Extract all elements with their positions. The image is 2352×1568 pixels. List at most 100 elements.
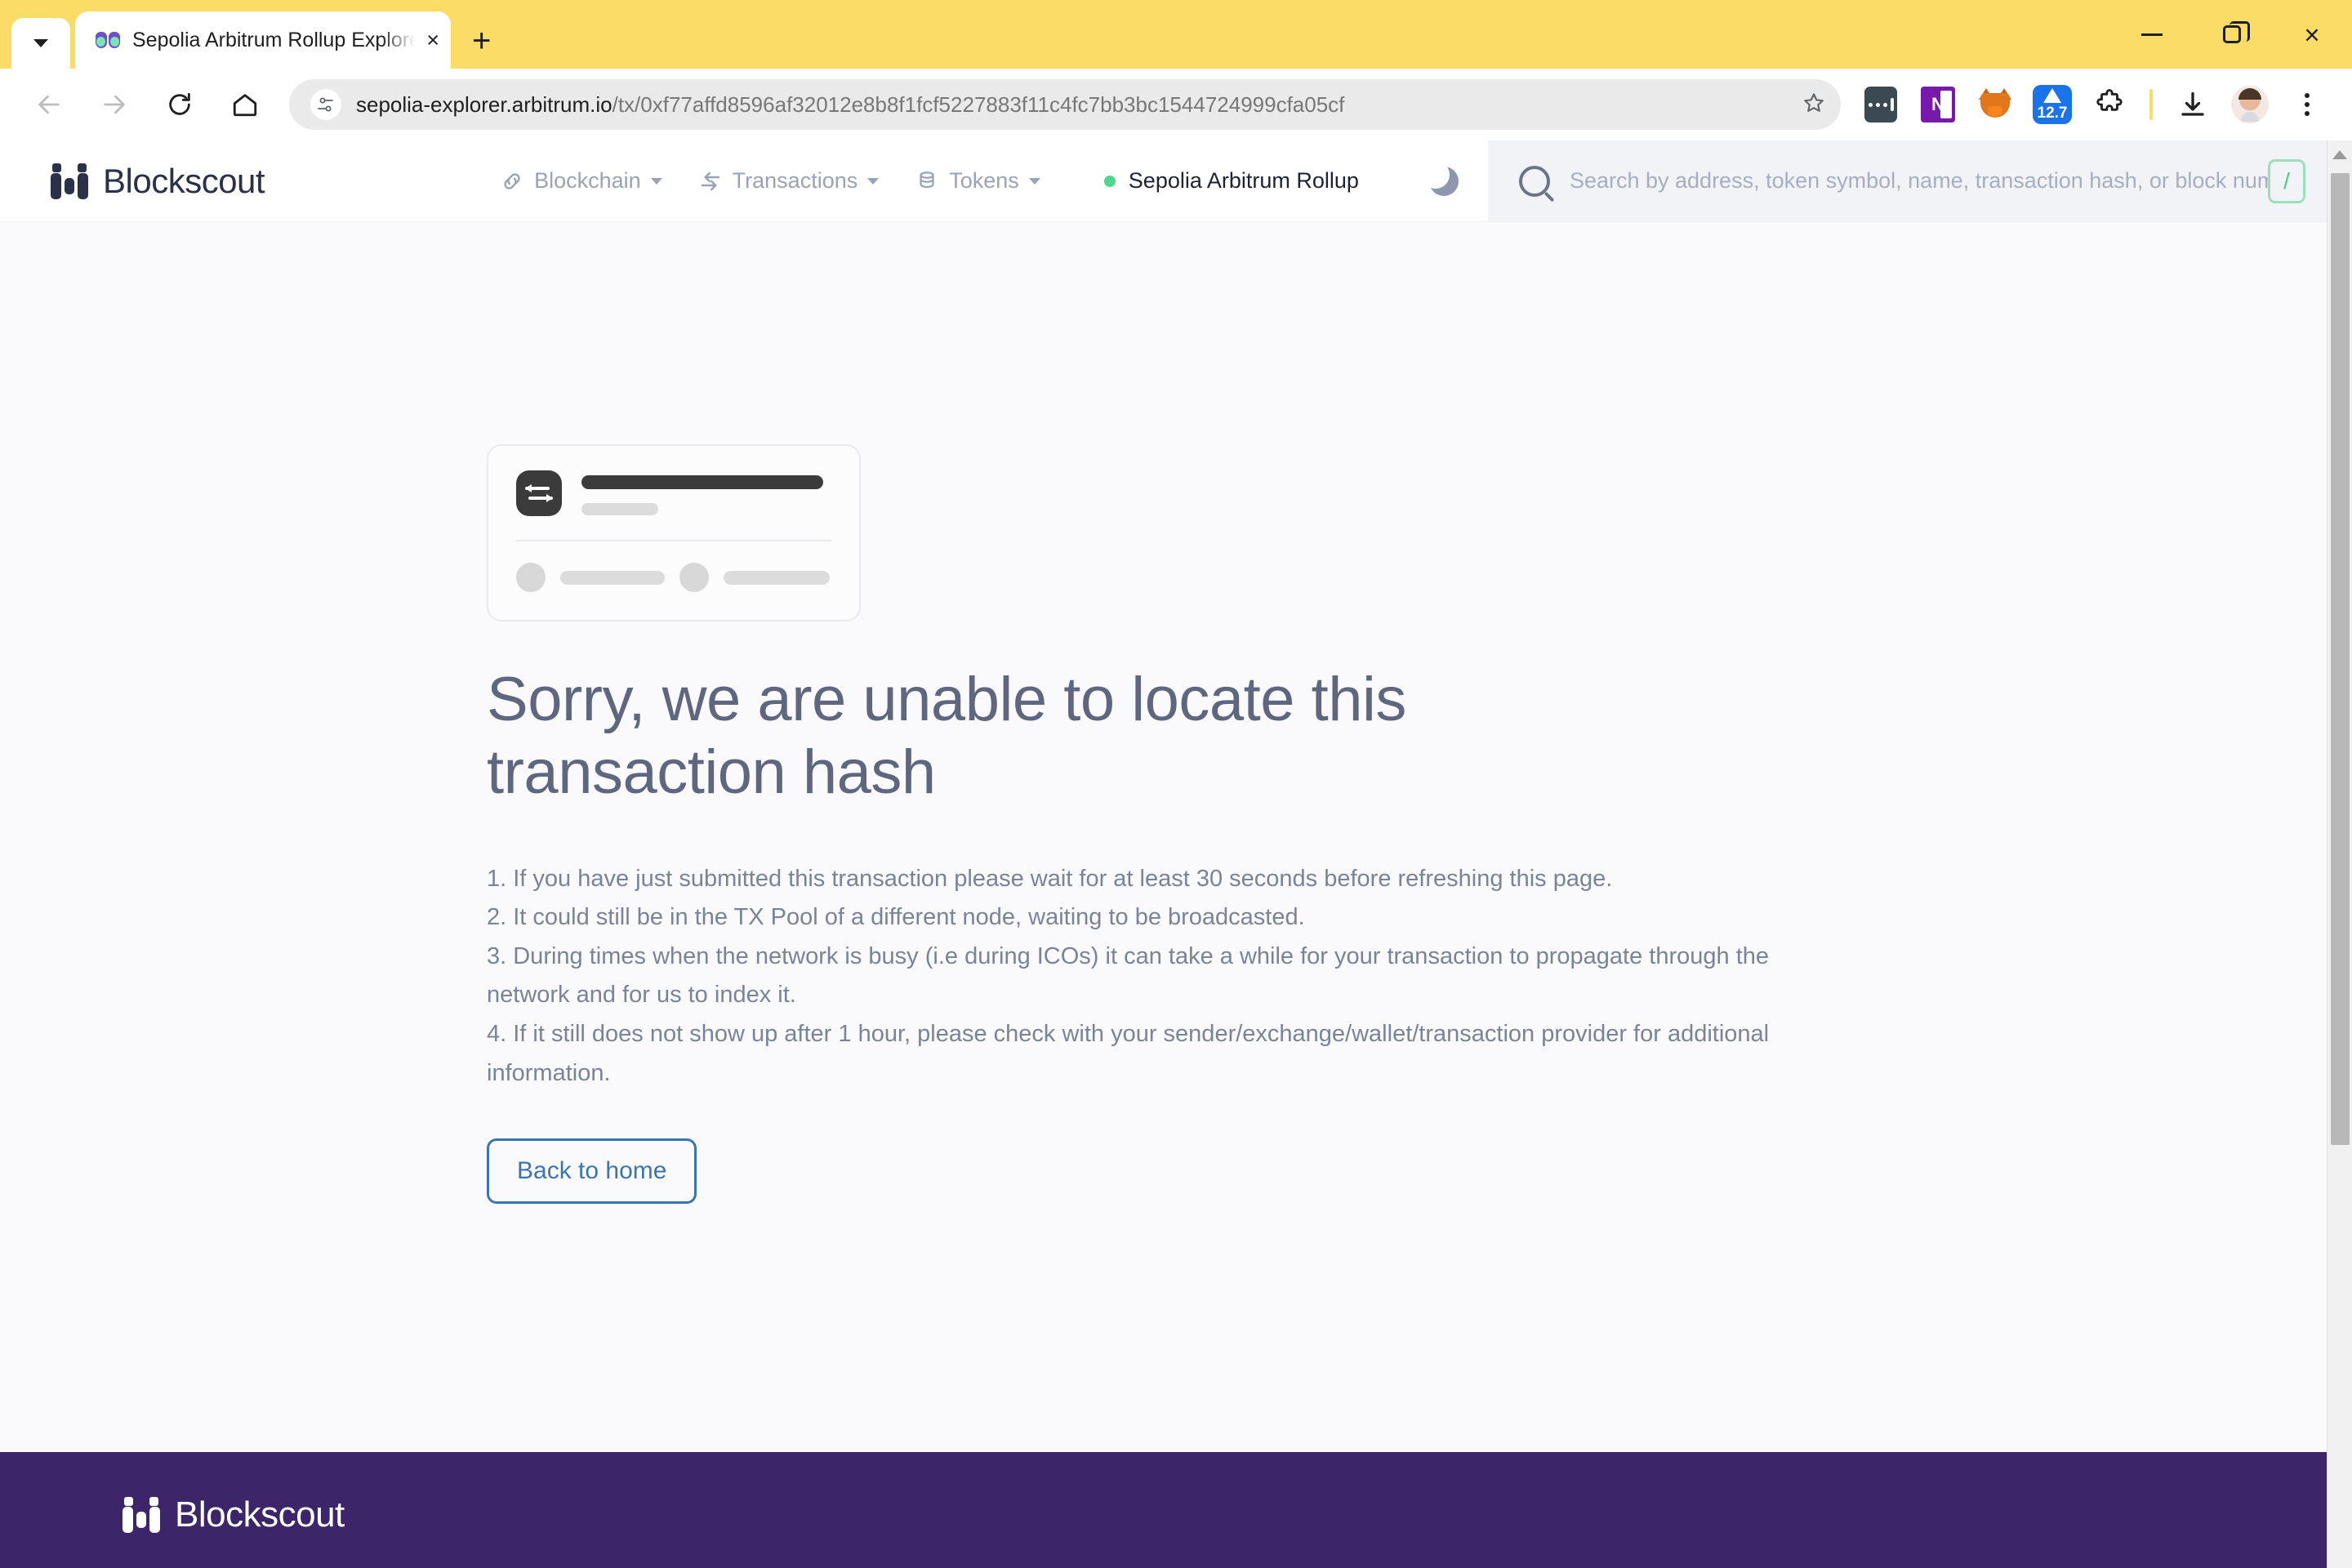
download-icon [2181,91,2204,116]
main-nav: Blockchain Transactions Tokens Sepolia A… [500,160,1459,196]
address-bar[interactable]: sepolia-explorer.arbitrum.io/tx/0xf77aff… [289,79,1841,130]
toolbar-divider [2149,89,2153,120]
coins-stack-icon [920,171,934,188]
nav-item-blockchain[interactable]: Blockchain [500,168,662,194]
reasons-list: 1. If you have just submitted this trans… [487,860,1842,1093]
network-name: Sepolia Arbitrum Rollup [1128,168,1359,193]
nav-label-tokens: Tokens [949,168,1019,193]
restore-window-icon [2223,25,2241,43]
dots-extension-icon[interactable] [1855,79,1906,130]
page-title: Sorry, we are unable to locate this tran… [487,665,1406,807]
site-brand[interactable]: Blockscout [0,162,265,201]
nav-item-tokens[interactable]: Tokens [915,168,1040,194]
close-window-button[interactable]: × [2272,0,2352,69]
transaction-swap-icon [516,470,562,516]
reload-button[interactable] [150,75,209,134]
search-shortcut-label: / [2283,167,2290,194]
minimize-icon [2141,33,2163,36]
profile-button[interactable] [2225,79,2275,130]
tab-title: Sepolia Arbitrum Rollup Explorer [132,28,416,51]
reload-icon [169,92,190,115]
network-selector[interactable]: Sepolia Arbitrum Rollup [1103,168,1359,194]
binoculars-icon [95,27,121,53]
site-header: Blockscout Blockchain Transactions Token… [0,140,2327,222]
reason-item: 3. During times when the network is busy… [487,942,1770,1009]
scroll-up-arrow-icon [2332,149,2347,159]
bookmark-star-icon[interactable] [1788,91,1826,119]
nav-item-transactions[interactable]: Transactions [698,168,880,194]
back-to-home-button[interactable]: Back to home [487,1138,697,1205]
nav-label-transactions: Transactions [732,168,858,193]
scrollbar-thumb[interactable] [2331,173,2350,1145]
browser-toolbar: sepolia-explorer.arbitrum.io/tx/0xf77aff… [0,69,2352,140]
scroll-up-button[interactable] [2328,140,2352,168]
tab-close-button[interactable]: × [426,29,439,51]
back-button[interactable] [20,75,78,134]
badge-extension-icon[interactable]: 12.7 [2027,79,2078,130]
search-shortcut-key: / [2268,158,2305,203]
chevron-down-icon [650,177,662,185]
site-footer: Blockscout [0,1452,2327,1568]
footer-brand-name: Blockscout [175,1494,345,1535]
chevron-down-icon [867,177,880,185]
placeholder-card-top [516,470,831,516]
home-icon [233,94,257,117]
browser-menu-button[interactable] [2282,79,2332,130]
main-content: Sorry, we are unable to locate this tran… [0,222,2327,1205]
placeholder-pill-2 [724,570,830,585]
address-bar-text: sepolia-explorer.arbitrum.io/tx/0xf77aff… [356,92,1788,118]
new-tab-button[interactable]: + [472,24,491,69]
close-window-icon: × [2304,19,2320,50]
placeholder-bar-secondary [581,503,658,515]
placeholder-divider [516,540,831,541]
blockscout-page: Blockscout Blockchain Transactions Token… [0,140,2327,1568]
placeholder-pill-1 [560,570,665,585]
home-button[interactable] [216,75,274,134]
maximize-button[interactable] [2192,0,2272,69]
transactions-arrow-icon [701,172,719,190]
search-input[interactable] [1569,168,2268,194]
profile-avatar-icon [2231,86,2269,123]
placeholder-card-bottom [516,563,831,592]
blockscout-logo-icon [122,1497,160,1533]
transaction-placeholder-card [487,444,861,621]
browser-tab[interactable]: Sepolia Arbitrum Rollup Explorer × [75,11,451,69]
blockscout-logo-icon [51,163,88,199]
brand-name: Blockscout [103,161,265,200]
search-icon [1518,165,1550,197]
onenote-label: N [1931,94,1944,114]
page-viewport: Blockscout Blockchain Transactions Token… [0,140,2352,1568]
badge-count: 12.7 [2037,105,2068,122]
minimize-button[interactable] [2112,0,2192,69]
placeholder-avatar-1 [516,563,546,592]
back-arrow-icon [38,95,60,114]
forward-arrow-icon [104,95,125,114]
extensions-puzzle-icon[interactable] [2084,79,2135,130]
footer-brand[interactable]: Blockscout [0,1452,2327,1535]
chevron-down-icon [33,39,48,47]
chain-link-icon [504,172,520,189]
chevron-down-icon [1028,177,1040,185]
tab-search-button[interactable] [11,18,70,69]
page-scrollbar[interactable] [2327,140,2352,1568]
search-bar[interactable]: / [1487,140,2327,221]
reason-item: 2. It could still be in the TX Pool of a… [487,904,1305,931]
reason-item: 4. If it still does not show up after 1 … [487,1021,1770,1086]
placeholder-lines [581,470,831,515]
reason-item: 1. If you have just submitted this trans… [487,865,1613,892]
placeholder-avatar-2 [679,563,709,592]
nav-label-blockchain: Blockchain [534,168,641,193]
url-domain: sepolia-explorer.arbitrum.io [356,91,612,117]
three-dot-menu-icon [2305,93,2310,116]
moon-icon[interactable] [1421,160,1459,196]
window-controls: × [2112,0,2352,69]
url-path: /tx/0xf77affd8596af32012e8b8f1fcf5227883… [612,91,1345,117]
forward-button[interactable] [85,75,144,134]
status-indicator-dot [1103,175,1116,187]
download-button[interactable] [2167,79,2218,130]
site-settings-icon[interactable] [310,89,341,120]
placeholder-bar-primary [581,475,823,489]
browser-tab-strip: Sepolia Arbitrum Rollup Explorer × + × [0,0,2352,69]
metamask-extension-icon[interactable] [1970,79,2020,130]
onenote-extension-icon[interactable]: N [1913,79,1963,130]
